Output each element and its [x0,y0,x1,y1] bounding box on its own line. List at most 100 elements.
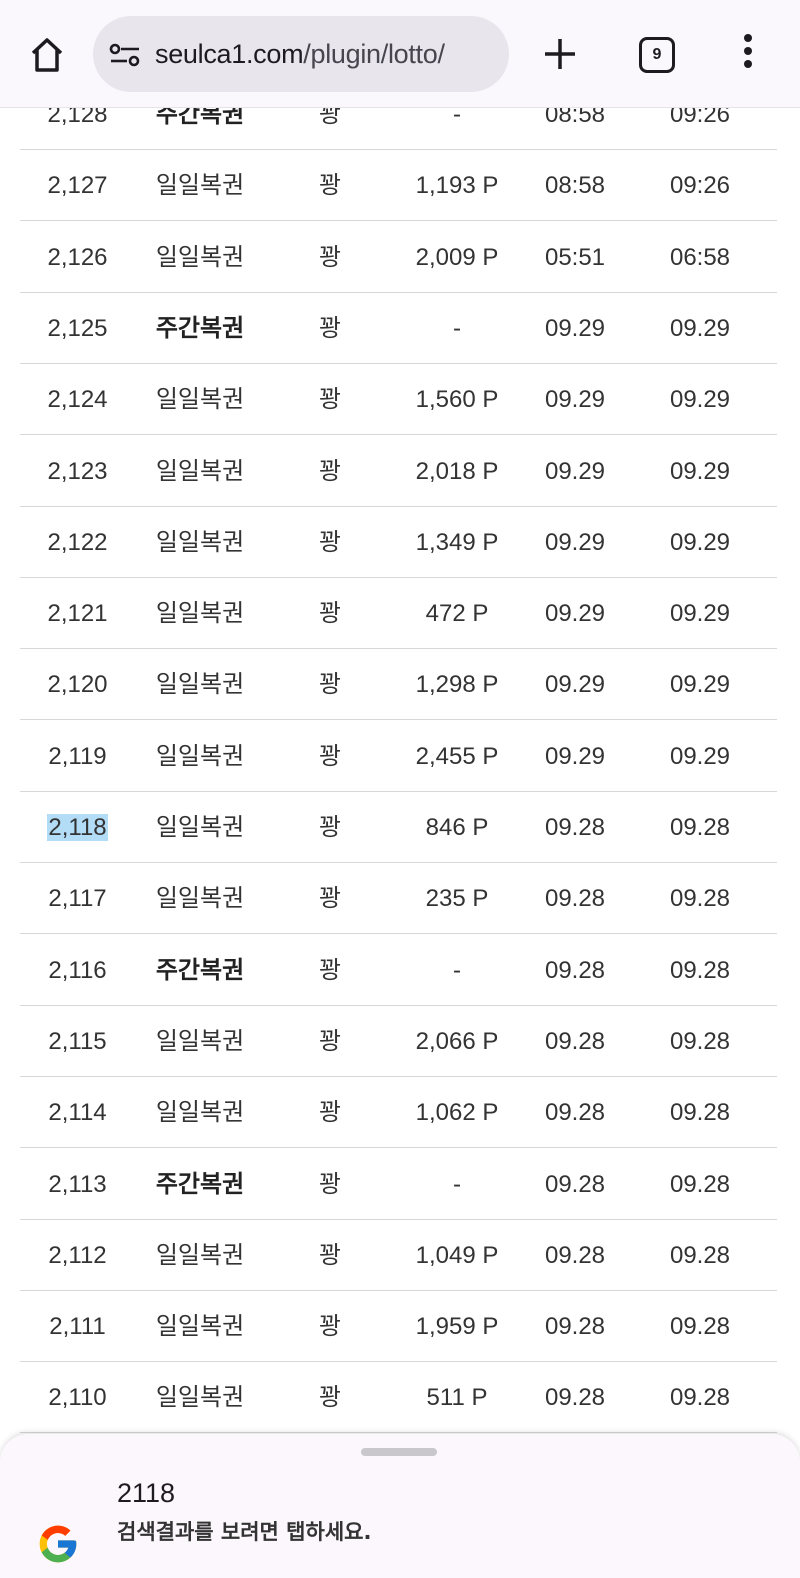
row-number: 2,118 [20,792,135,863]
purchase-time: 09.29 [544,386,606,414]
more-menu-icon[interactable] [736,34,760,76]
table-row: 2,115 일일복권 꽝 2,066 P 09.28 09.28 [20,1006,777,1077]
row-number: 2,119 [48,742,107,770]
prize-points: - [453,956,461,984]
purchase-time: 09.28 [544,1241,606,1269]
draw-result: 꽝 [318,1241,342,1269]
row-number: 2,112 [48,1241,107,1269]
purchase-time: 09.28 [544,956,606,984]
purchase-time: 09.29 [544,528,606,556]
lottery-type: 일일복권 [155,600,245,628]
table-row: 2,121 일일복권 꽝 472 P 09.29 09.29 [20,578,777,650]
purchase-time: 09.28 [544,814,606,841]
prize-points: 1,298 P [415,671,499,699]
draw-result: 꽝 [318,742,342,770]
table-row: 2,122 일일복권 꽝 1,349 P 09.29 09.29 [20,507,777,578]
site-settings-icon[interactable] [109,42,141,68]
search-hint-text: 검색결과를 보려면 탭하세요. [117,1520,372,1544]
selected-text-highlight[interactable]: 2,118 [47,814,108,841]
purchase-time: 09.28 [544,1027,606,1055]
prize-points: - [453,1170,461,1198]
draw-result: 꽝 [318,1313,342,1341]
prize-points: 1,193 P [415,172,499,200]
lottery-type: 일일복권 [155,243,245,271]
draw-result: 꽝 [318,814,342,841]
lottery-type: 일일복권 [155,1241,245,1269]
address-bar[interactable]: seulca1.com/plugin/lotto/ [93,16,509,92]
draw-time: 09.28 [669,885,731,913]
prize-points: 1,062 P [415,1099,499,1127]
row-number: 2,127 [47,172,108,200]
lottery-type: 일일복권 [155,1313,245,1341]
draw-time: 09.29 [669,671,731,699]
draw-result: 꽝 [318,600,342,628]
purchase-time: 05:51 [544,243,606,271]
prize-points: - [453,314,461,342]
draw-result: 꽝 [318,1027,342,1055]
lottery-type: 일일복권 [155,742,245,770]
table-row: 2,117 일일복권 꽝 235 P 09.28 09.28 [20,863,777,935]
draw-result: 꽝 [318,1099,342,1127]
new-tab-icon[interactable] [536,30,584,78]
purchase-time: 09.28 [544,885,606,913]
prize-points: 1,959 P [415,1313,499,1341]
purchase-time: 09.28 [544,1170,606,1198]
prize-points: 1,560 P [415,386,499,414]
lottery-type: 일일복권 [155,885,245,913]
prize-points: 235 P [425,885,489,913]
prize-points: 2,066 P [415,1027,499,1055]
home-button[interactable] [22,32,72,78]
draw-result: 꽝 [318,386,342,414]
prize-points: 1,049 P [415,1241,499,1269]
lottery-type: 일일복권 [155,1099,245,1127]
table-row: 2,110 일일복권 꽝 511 P 09.28 09.28 [20,1362,777,1434]
draw-time: 09.28 [669,814,731,841]
search-query-text[interactable]: 2118 [117,1478,175,1509]
draw-result: 꽝 [318,1384,342,1412]
url-path: /plugin/lotto/ [303,39,445,69]
lottery-type: 일일복권 [155,1384,245,1412]
lottery-type: 주간복권 [155,314,245,342]
draw-time: 09.28 [669,1313,731,1341]
draw-time: 09.28 [669,1099,731,1127]
url-host: seulca1.com [155,39,304,69]
draw-time: 09.29 [669,600,731,628]
row-number: 2,113 [48,1170,107,1198]
table-row: 2,113 주간복권 꽝 - 09.28 09.28 [20,1149,777,1220]
draw-result: 꽝 [318,243,342,271]
draw-time: 09.29 [669,386,731,414]
row-number: 2,124 [47,386,108,414]
purchase-time: 09.29 [544,742,606,770]
purchase-time: 09.29 [544,671,606,699]
lottery-type: 주간복권 [155,956,245,984]
search-suggestion-sheet[interactable]: 2118 검색결과를 보려면 탭하세요. [0,1434,800,1578]
google-logo-icon [39,1525,77,1563]
draw-time: 06:58 [669,243,731,271]
lottery-type: 일일복권 [155,528,245,556]
lottery-type: 일일복권 [155,386,245,414]
table-row: 2,111 일일복권 꽝 1,959 P 09.28 09.28 [20,1291,777,1363]
tab-switcher-button[interactable]: 9 [639,37,675,73]
lottery-type: 일일복권 [155,671,245,699]
lottery-type: 일일복권 [155,457,245,485]
draw-time: 09.28 [669,1027,731,1055]
draw-time: 09.28 [669,956,731,984]
row-number: 2,111 [49,1313,106,1341]
browser-toolbar: seulca1.com/plugin/lotto/ 9 [0,0,800,108]
row-number: 2,115 [48,1027,107,1055]
purchase-time: 09.28 [544,1384,606,1412]
lottery-type: 일일복권 [155,1027,245,1055]
purchase-time: 09.28 [544,1313,606,1341]
row-number: 2,121 [47,600,108,628]
drag-handle[interactable] [361,1448,437,1456]
purchase-time: 09.28 [544,1099,606,1127]
row-number: 2,110 [48,1384,107,1412]
table-row: 2,116 주간복권 꽝 - 09.28 09.28 [20,935,777,1006]
lottery-type: 주간복권 [155,1170,245,1198]
draw-time: 09.29 [669,528,731,556]
tab-count: 9 [652,46,662,63]
table-row: 2,125 주간복권 꽝 - 09.29 09.29 [20,293,777,364]
row-number: 2,120 [47,671,108,699]
table-row: 2,119 일일복권 꽝 2,455 P 09.29 09.29 [20,721,777,792]
url-text[interactable]: seulca1.com/plugin/lotto/ [155,36,445,72]
